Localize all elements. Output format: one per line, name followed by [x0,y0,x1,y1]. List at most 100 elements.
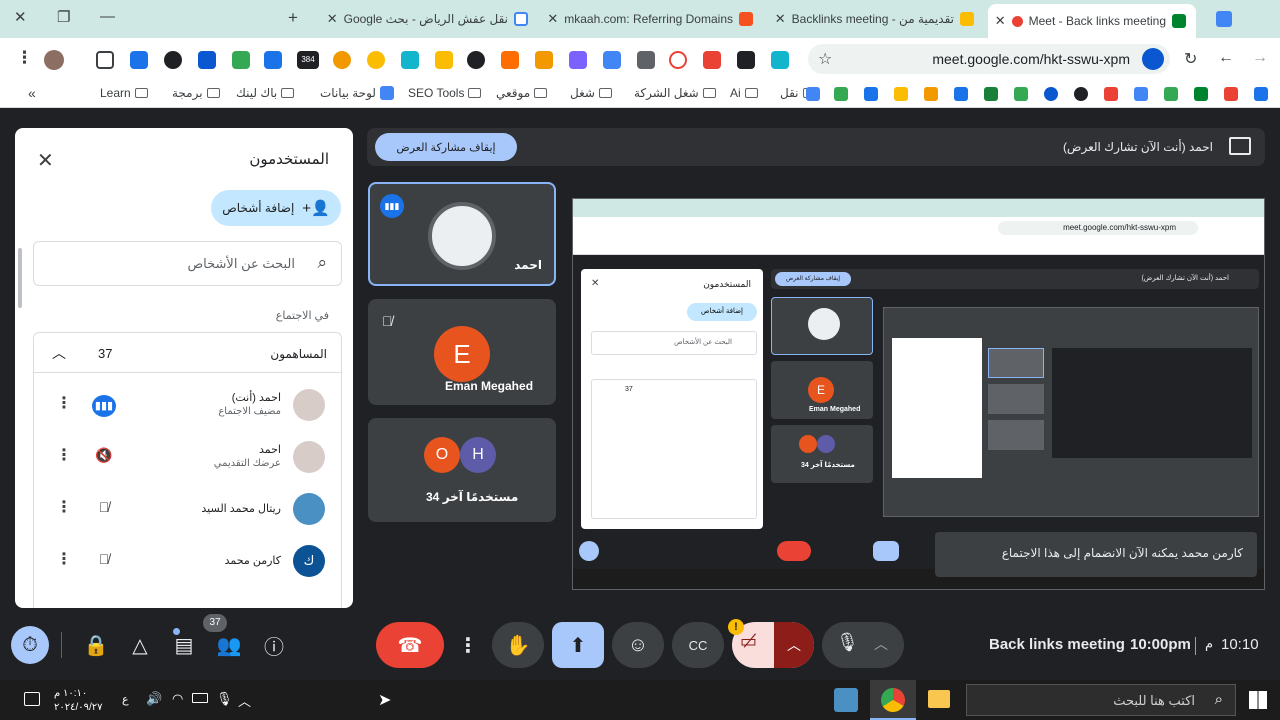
tab-google-search[interactable]: نقل عفش الرياض - بحث Google ✕ [322,6,528,32]
sheets-icon[interactable] [984,87,998,101]
meeting-info-button[interactable]: ⓘ [258,622,290,668]
captions-button[interactable]: CC [672,622,724,668]
more-options-icon[interactable]: ⋮ [56,393,72,413]
omnibox[interactable]: ☆ meet.google.com/hkt-sswu-xpm [808,44,1170,74]
present-now-button[interactable]: ⬆ [552,622,604,668]
bookmark-ai[interactable]: Ai [730,86,758,100]
file-explorer-icon[interactable] [928,690,950,708]
ext-12-icon[interactable] [603,51,621,69]
ext-gmail-icon[interactable] [637,51,655,69]
scrollbar[interactable] [18,248,22,308]
ext-10-icon[interactable] [501,51,519,69]
more-options-icon[interactable]: ⋮ [56,445,72,465]
taskbar-app-icon[interactable] [834,688,858,712]
tab-close-icon[interactable]: ✕ [775,11,786,27]
volume-icon[interactable]: 🔊 [146,691,162,707]
menu-dots-icon[interactable]: ⋮ [16,48,33,68]
slides-icon[interactable] [894,87,908,101]
close-icon[interactable]: ✕ [37,148,54,173]
bookmark-learn[interactable]: Learn [100,86,148,100]
docs-icon[interactable] [806,87,820,101]
microphone-icon[interactable]: 🎙 [836,632,859,653]
raise-hand-button[interactable]: ✋ [492,622,544,668]
ext-4-icon[interactable] [264,51,282,69]
translate-icon[interactable] [1134,87,1148,101]
lock-button[interactable]: 🔒 [80,622,112,668]
stop-presenting-button[interactable]: إيقاف مشاركة العرض [375,133,517,161]
ext-15-icon[interactable] [737,51,755,69]
tile-ahmed[interactable]: ▮▮▮ احمد [368,182,556,286]
leave-call-button[interactable]: ☎ [376,622,444,668]
minimize-window-icon[interactable]: — [100,8,115,25]
site-icon[interactable] [1074,87,1088,101]
ext-badge-icon[interactable]: 384 [297,51,319,69]
bookmark-work[interactable]: شغل [570,86,612,100]
ext-3-icon[interactable] [198,51,216,69]
chevron-up-icon[interactable]: ︿ [52,343,66,363]
ext-analytics-icon[interactable] [232,51,250,69]
photos-icon[interactable] [1224,87,1238,101]
ext-13-icon[interactable] [669,51,687,69]
contributors-header[interactable]: المساهمون 37 ︿ [34,333,341,373]
youtube-icon[interactable] [1104,87,1118,101]
ext-5-icon[interactable] [333,51,351,69]
reload-icon[interactable]: ↻ [1184,49,1197,69]
tab-meet[interactable]: Meet - Back links meeting ✕ [988,4,1196,38]
drive-icon[interactable] [834,87,848,101]
bookmark-my-site[interactable]: موقعي [496,86,548,100]
bookmark-backlinks[interactable]: باك لينك [236,86,295,100]
ext-2-icon[interactable] [164,51,182,69]
ext-16-icon[interactable] [771,51,789,69]
close-window-icon[interactable]: ✕ [14,8,27,26]
analytics-icon[interactable] [924,87,938,101]
profile-avatar[interactable] [44,50,64,70]
ext-9-icon[interactable] [467,51,485,69]
notifications-icon[interactable] [24,692,40,706]
tab-close-icon[interactable]: ✕ [995,13,1006,29]
tile-eman[interactable]: 🎙̸ E Eman Megahed [368,299,556,405]
ext-amazon-icon[interactable] [535,51,553,69]
bookmark-seo-tools[interactable]: SEO Tools [408,86,482,100]
emoji-reactions-button[interactable]: ☺ [612,622,664,668]
host-controls-timer-button[interactable]: ⏱ [11,626,49,664]
voice-search-icon[interactable] [1142,48,1164,70]
ext-7-icon[interactable] [401,51,419,69]
meet-icon[interactable] [1194,87,1208,101]
bookmark-company-work[interactable]: شغل الشركة [634,86,716,100]
docs-icon[interactable] [864,87,878,101]
more-options-icon[interactable]: ⋮ [56,549,72,569]
chrome-icon[interactable] [1044,87,1058,101]
tab-close-icon[interactable]: ✕ [327,11,338,27]
tab-close-icon[interactable]: ✕ [547,11,558,27]
new-tab-icon[interactable]: + [288,8,298,28]
wifi-icon[interactable]: ◠ [172,691,183,707]
bookmark-dashboard[interactable]: لوحة بيانات [320,86,394,100]
more-options-icon[interactable]: ⋮ [56,497,72,517]
extensions-icon[interactable] [96,51,114,69]
activities-button[interactable]: △ [124,622,156,668]
camera-off-icon[interactable]: ▭̸ [740,631,757,652]
language-indicator[interactable]: ع [122,693,129,706]
tab-mkaah[interactable]: mkaah.com: Referring Domains ✕ [545,6,753,32]
docs-icon[interactable] [1216,11,1232,27]
windows-start-icon[interactable] [1249,691,1267,709]
add-people-button[interactable]: 👤+ إضافة أشخاص [211,190,341,226]
people-search-input[interactable]: ⌕ البحث عن الأشخاص [33,241,342,286]
restore-window-icon[interactable]: ❐ [57,8,70,26]
chevron-up-icon[interactable]: ︿ [238,691,251,710]
drive-icon[interactable] [1164,87,1178,101]
tile-others[interactable]: O H 34 مستخدمًا آخر [368,418,556,522]
bookmark-star-icon[interactable]: ☆ [818,49,832,69]
microphone-icon[interactable]: 🎙 [216,691,233,707]
bookmark-programming[interactable]: برمجة [172,86,220,100]
ext-11-icon[interactable] [569,51,587,69]
mic-options-icon[interactable]: ︿ [874,634,888,654]
ads-icon[interactable] [954,87,968,101]
taskbar-chrome[interactable] [870,680,916,720]
more-bookmarks-icon[interactable]: « [28,85,36,101]
ext-6-icon[interactable] [367,51,385,69]
ext-14-icon[interactable] [703,51,721,69]
calendar-icon[interactable] [1254,87,1268,101]
more-options-button[interactable]: ⋮ [452,622,484,668]
ext-8-icon[interactable] [435,51,453,69]
